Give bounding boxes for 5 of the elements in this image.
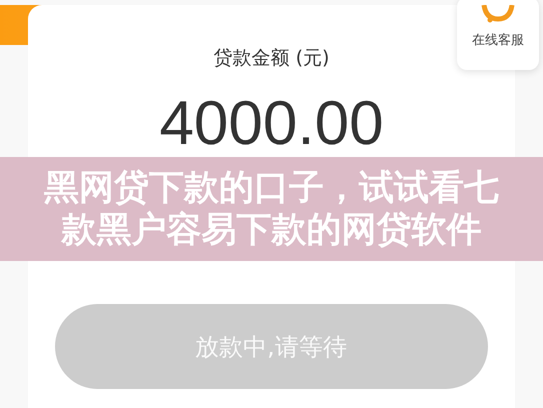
- caption-line: 黑网贷下款的口子，试试看七: [44, 167, 499, 209]
- caption-line: 款黑户容易下款的网贷软件: [62, 209, 482, 251]
- customer-service-button[interactable]: 在线客服: [457, 0, 539, 70]
- loan-amount-label: 贷款金额 (元): [214, 46, 330, 71]
- loan-amount: 4000.00: [159, 91, 384, 157]
